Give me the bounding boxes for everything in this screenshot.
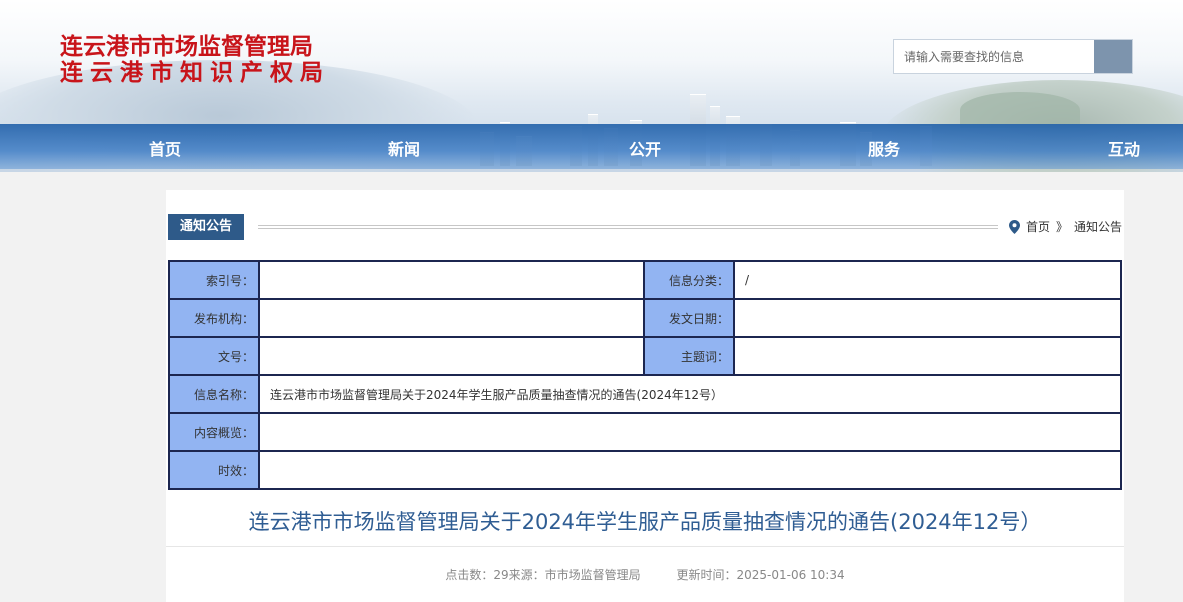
- name-label: 信息名称：: [170, 376, 258, 412]
- category-value: /: [735, 262, 1120, 298]
- index-label: 索引号：: [170, 262, 258, 298]
- doc-no-value: [260, 338, 643, 374]
- nav-item-interaction[interactable]: 互动: [1108, 136, 1140, 160]
- subject-label: 主题词：: [645, 338, 733, 374]
- summary-value: [260, 414, 1120, 450]
- content-panel: 通知公告 首页 》 通知公告 索引号： 信息分类： / 发布机构： 发文日期： …: [166, 190, 1124, 602]
- name-value: 连云港市市场监督管理局关于2024年学生服产品质量抽查情况的通告(2024年12…: [260, 376, 1120, 412]
- title-divider: [166, 546, 1124, 547]
- date-value: [735, 300, 1120, 336]
- site-title-line1: 连云港市市场监督管理局: [60, 33, 313, 60]
- nav-item-service[interactable]: 服务: [868, 136, 900, 160]
- location-pin-icon: [1008, 219, 1020, 234]
- summary-label: 内容概览：: [170, 414, 258, 450]
- doc-no-label: 文号：: [170, 338, 258, 374]
- index-value: [260, 262, 643, 298]
- table-row: 文号： 主题词：: [170, 338, 1120, 374]
- search-bar: [893, 39, 1133, 74]
- site-logo[interactable]: 连云港市市场监督管理局 连云港市知识产权局: [60, 34, 330, 86]
- section-divider: [258, 225, 998, 229]
- clicks-source: 点击数：29来源：市市场监督管理局: [445, 568, 641, 582]
- table-row: 索引号： 信息分类： /: [170, 262, 1120, 298]
- validity-value: [260, 452, 1120, 488]
- main-nav: 首页 新闻 公开 服务 互动: [0, 124, 1183, 169]
- publisher-value: [260, 300, 643, 336]
- category-label: 信息分类：: [645, 262, 733, 298]
- subject-value: [735, 338, 1120, 374]
- table-row: 时效：: [170, 452, 1120, 488]
- section-tag: 通知公告: [168, 214, 244, 240]
- nav-item-home[interactable]: 首页: [149, 136, 181, 160]
- breadcrumb-home[interactable]: 首页: [1026, 218, 1050, 235]
- update-time: 更新时间：2025-01-06 10:34: [676, 568, 845, 582]
- table-row: 内容概览：: [170, 414, 1120, 450]
- date-label: 发文日期：: [645, 300, 733, 336]
- search-input[interactable]: [894, 40, 1094, 73]
- nav-item-news[interactable]: 新闻: [388, 136, 420, 160]
- validity-label: 时效：: [170, 452, 258, 488]
- nav-item-public[interactable]: 公开: [629, 136, 661, 160]
- breadcrumb-current[interactable]: 通知公告: [1074, 218, 1122, 235]
- site-title-line2: 连云港市知识产权局: [60, 59, 330, 86]
- info-table: 索引号： 信息分类： / 发布机构： 发文日期： 文号： 主题词： 信息名称： …: [168, 260, 1122, 490]
- table-row: 信息名称： 连云港市市场监督管理局关于2024年学生服产品质量抽查情况的通告(2…: [170, 376, 1120, 412]
- search-button[interactable]: [1094, 40, 1132, 73]
- article-meta: 点击数：29来源：市市场监督管理局 更新时间：2025-01-06 10:34: [166, 566, 1124, 583]
- article-title: 连云港市市场监督管理局关于2024年学生服产品质量抽查情况的通告(2024年12…: [248, 510, 1042, 534]
- publisher-label: 发布机构：: [170, 300, 258, 336]
- breadcrumb-separator: 》: [1055, 220, 1068, 234]
- table-row: 发布机构： 发文日期：: [170, 300, 1120, 336]
- breadcrumb: 首页 》 通知公告: [1008, 218, 1122, 235]
